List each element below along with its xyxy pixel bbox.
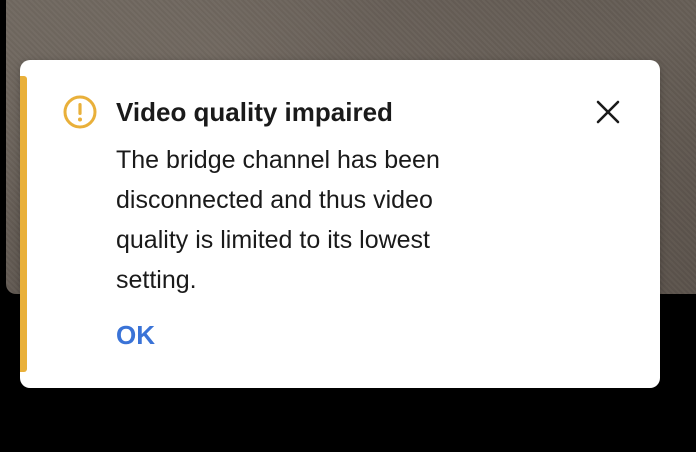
warning-notification: Video quality impaired The bridge channe… xyxy=(20,60,660,388)
notification-title: Video quality impaired xyxy=(116,97,393,127)
ok-button[interactable]: OK xyxy=(116,318,155,352)
notification-accent-bar xyxy=(20,76,27,372)
meeting-stage: Video quality impaired The bridge channe… xyxy=(0,0,696,452)
warning-circle-icon xyxy=(62,94,98,130)
message-line: setting. xyxy=(116,266,197,294)
message-line: The bridge channel has been xyxy=(116,146,440,174)
message-line: quality is limited to its lowest xyxy=(116,226,431,254)
message-line: disconnected and thus video xyxy=(116,186,433,214)
close-icon[interactable] xyxy=(592,96,624,128)
notification-message: The bridge channel has been disconnected… xyxy=(116,140,516,300)
